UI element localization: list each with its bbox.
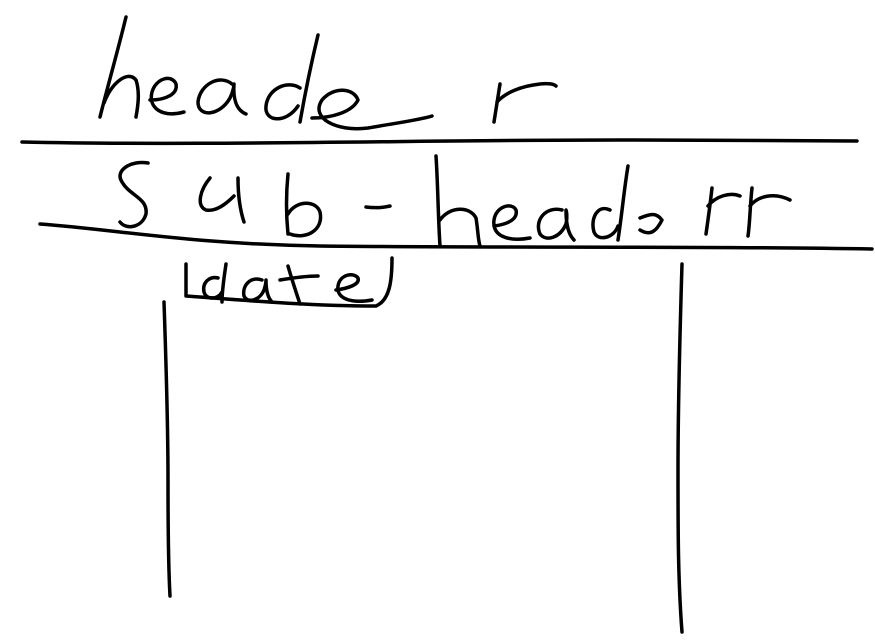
header-divider-line [20, 138, 859, 146]
sketch-canvas [20, 15, 874, 634]
right-column-line [676, 262, 684, 634]
left-column-line [162, 300, 172, 598]
sub-header-handwriting [118, 154, 792, 248]
header-handwriting [98, 15, 558, 131]
